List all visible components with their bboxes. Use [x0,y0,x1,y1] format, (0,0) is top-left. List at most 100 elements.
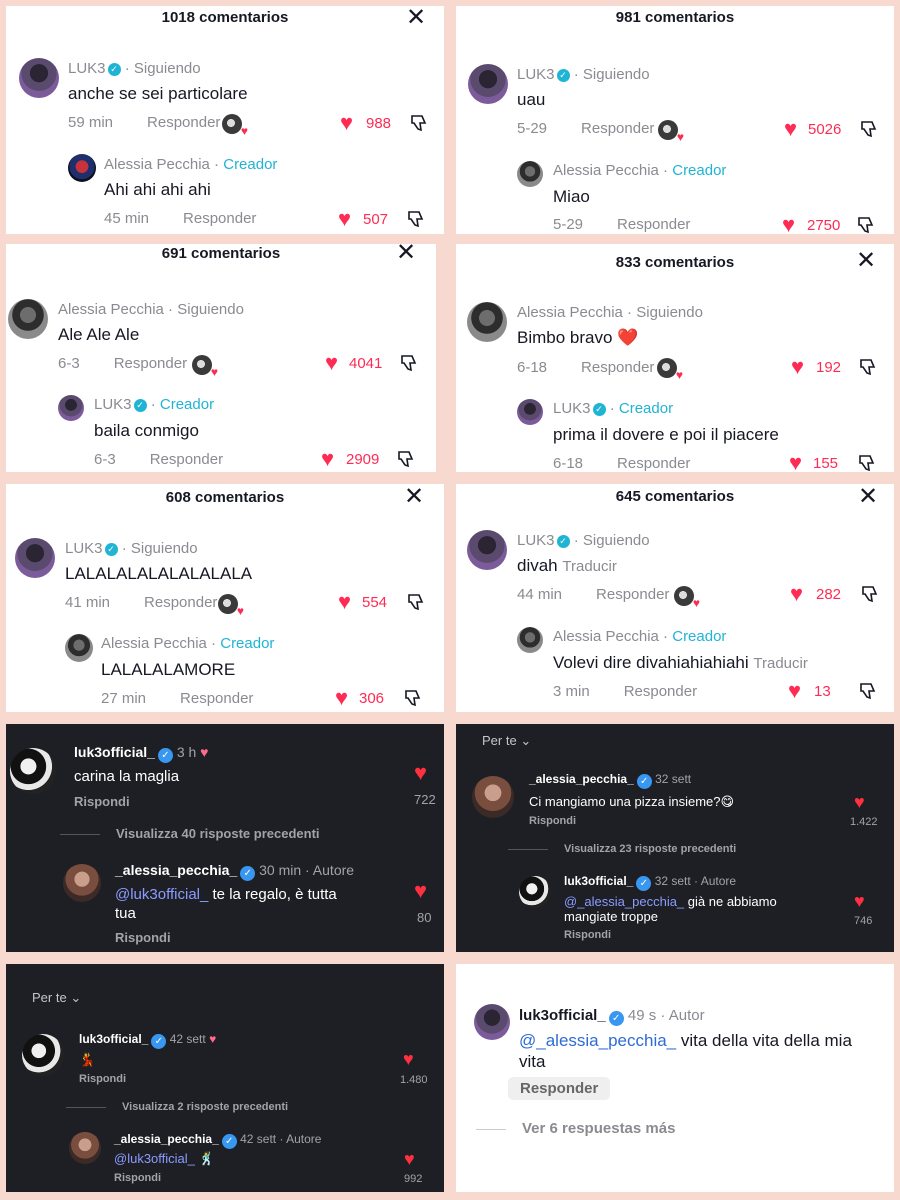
username[interactable]: LUK3 [94,396,132,413]
avatar[interactable] [8,299,48,339]
avatar[interactable] [68,154,96,182]
close-icon[interactable]: ✕ [406,6,426,30]
translate-link[interactable]: Traducir [562,558,616,575]
reply-button[interactable]: Rispondi [529,815,576,827]
heart-icon[interactable]: ♥ [321,448,334,470]
view-previous-replies[interactable]: Visualizza 2 risposte precedenti [66,1101,288,1113]
dislike-icon[interactable] [403,688,423,708]
avatar[interactable] [517,399,543,425]
dislike-icon[interactable] [858,681,878,701]
reply-button[interactable]: Responder [508,1077,611,1100]
avatar[interactable] [58,395,84,421]
heart-icon[interactable]: ♥ [414,880,427,902]
reply-button[interactable]: Responder [147,114,220,131]
dislike-icon[interactable] [406,209,426,229]
sort-filter[interactable]: Per te ⌄ [482,733,531,749]
username[interactable]: _alessia_pecchia_ [115,862,237,878]
avatar[interactable] [472,776,514,818]
username[interactable]: _alessia_pecchia_ [529,772,634,786]
translate-link[interactable]: Traducir [753,655,807,672]
avatar[interactable] [519,876,551,908]
username[interactable]: Alessia Pecchia [553,162,659,179]
dislike-icon[interactable] [406,592,426,612]
reply-button[interactable]: Rispondi [114,1172,161,1184]
username[interactable]: _alessia_pecchia_ [114,1132,219,1146]
close-icon[interactable]: ✕ [858,485,878,509]
username[interactable]: LUK3 [517,66,555,83]
username[interactable]: luk3official_ [79,1032,148,1046]
avatar[interactable] [474,1004,510,1040]
view-previous-replies[interactable]: Visualizza 23 risposte precedenti [508,843,736,855]
mention-link[interactable]: @luk3official_ [114,1151,195,1166]
avatar[interactable] [517,161,543,187]
heart-icon[interactable]: ♥ [854,890,865,912]
dislike-icon[interactable] [856,215,876,234]
heart-icon[interactable]: ♥ [790,583,803,605]
avatar[interactable] [19,58,59,98]
close-icon[interactable]: ✕ [856,249,876,273]
dislike-icon[interactable] [860,584,880,604]
view-more-replies[interactable]: Ver 6 respuestas más [476,1120,675,1137]
dislike-icon[interactable] [859,119,879,139]
dislike-icon[interactable] [399,353,419,373]
reply-button[interactable]: Responder [624,683,697,700]
dislike-icon[interactable] [858,357,878,377]
heart-icon[interactable]: ♥ [782,214,795,235]
avatar[interactable] [468,64,508,104]
username[interactable]: Alessia Pecchia [553,628,659,645]
avatar[interactable] [69,1132,101,1164]
close-icon[interactable]: ✕ [404,485,424,509]
reply-button[interactable]: Responder [581,120,654,137]
avatar[interactable] [22,1034,64,1076]
reply-button[interactable]: Responder [183,210,256,227]
heart-icon[interactable]: ♥ [789,452,802,473]
dislike-icon[interactable] [857,453,877,472]
username[interactable]: Alessia Pecchia [58,301,164,318]
reply-button[interactable]: Rispondi [74,794,130,809]
heart-icon[interactable]: ♥ [338,208,351,230]
heart-icon[interactable]: ♥ [403,1048,414,1070]
view-previous-replies[interactable]: Visualizza 40 risposte precedenti [60,826,320,841]
reply-button[interactable]: Responder [617,455,690,472]
username[interactable]: LUK3 [65,540,103,557]
heart-icon[interactable]: ♥ [854,791,865,813]
heart-icon[interactable]: ♥ [340,112,353,134]
username[interactable]: Alessia Pecchia [517,304,623,321]
reply-button[interactable]: Responder [180,690,253,707]
reply-button[interactable]: Rispondi [115,930,171,945]
reply-button[interactable]: Responder [144,594,217,611]
username[interactable]: Alessia Pecchia [104,156,210,173]
reply-button[interactable]: Responder [114,355,187,372]
heart-icon[interactable]: ♥ [335,687,348,709]
reply-button[interactable]: Responder [581,359,654,376]
sort-filter[interactable]: Per te ⌄ [32,990,81,1006]
avatar[interactable] [10,748,56,794]
username[interactable]: luk3official_ [74,744,155,760]
mention-link[interactable]: @_alessia_pecchia_ [519,1031,676,1050]
username[interactable]: LUK3 [68,60,106,77]
heart-icon[interactable]: ♥ [788,680,801,702]
reply-button[interactable]: Responder [596,586,669,603]
dislike-icon[interactable] [396,449,416,469]
avatar[interactable] [467,302,507,342]
reply-button[interactable]: Rispondi [564,929,611,941]
mention-link[interactable]: @_alessia_pecchia_ [564,894,684,909]
heart-icon[interactable]: ♥ [414,762,427,784]
heart-icon[interactable]: ♥ [404,1148,415,1170]
avatar[interactable] [15,538,55,578]
username[interactable]: LUK3 [553,400,591,417]
avatar[interactable] [65,634,93,662]
username[interactable]: LUK3 [517,532,555,549]
close-icon[interactable]: ✕ [396,244,416,265]
avatar[interactable] [467,530,507,570]
heart-icon[interactable]: ♥ [784,118,797,140]
reply-button[interactable]: Responder [150,451,223,468]
username[interactable]: Alessia Pecchia [101,635,207,652]
avatar[interactable] [63,864,101,902]
username[interactable]: luk3official_ [519,1007,606,1024]
reply-button[interactable]: Responder [617,216,690,233]
heart-icon[interactable]: ♥ [338,591,351,613]
avatar[interactable] [517,627,543,653]
reply-button[interactable]: Rispondi [79,1073,126,1085]
dislike-icon[interactable] [409,113,429,133]
